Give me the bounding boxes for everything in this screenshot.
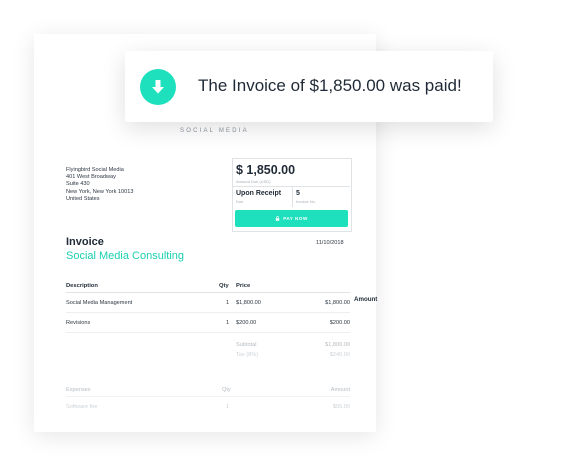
sender-address: Flyingbird Social Media 401 West Broadwa… xyxy=(66,167,133,203)
tax-value: $240.00 xyxy=(329,352,350,358)
table-cell-amount: $55.00 xyxy=(332,404,350,410)
payment-row-divider xyxy=(292,186,293,207)
arrow-down-icon xyxy=(152,80,164,94)
tax-label: Tax (8%) xyxy=(236,352,259,358)
column-header-description: Description xyxy=(66,283,98,289)
expenses-header-divider xyxy=(66,396,350,397)
amount-due: $ 1,850.00 xyxy=(236,163,296,177)
invoice-subtitle: Social Media Consulting xyxy=(66,250,185,262)
address-line: 401 West Broadway xyxy=(66,174,116,181)
column-header-expenses: Expenses xyxy=(66,387,91,393)
table-header-divider xyxy=(66,292,350,293)
payment-terms: Upon Receipt xyxy=(236,190,282,197)
column-header-amount: Amount xyxy=(354,296,378,303)
column-header-qty: Qty xyxy=(219,283,229,289)
address-line: Suite 430 xyxy=(66,181,90,188)
table-cell-description: Revisions xyxy=(66,320,91,326)
lock-icon xyxy=(275,216,280,221)
address-line: New York, New York 10013 xyxy=(66,188,134,195)
table-row-divider xyxy=(66,312,350,313)
table-cell-qty: 1 xyxy=(226,320,230,326)
column-header-price: Price xyxy=(236,283,251,289)
column-header-expenses-amount: Amount xyxy=(330,387,350,393)
table-row-divider xyxy=(66,332,350,333)
table-cell-price: $200.00 xyxy=(236,320,257,326)
column-header-expenses-qty: Qty xyxy=(222,387,231,393)
amount-due-label: Amount Due (USD) xyxy=(236,179,271,184)
address-line: Flyingbird Social Media xyxy=(66,167,124,173)
address-line: United States xyxy=(66,195,100,202)
download-arrow-icon xyxy=(140,69,176,105)
invoice-date: 11/10/2018 xyxy=(316,240,344,246)
brand-subtitle: SOCIAL MEDIA xyxy=(180,128,249,134)
payment-terms-label: Due xyxy=(236,199,244,204)
subtotal-label: Subtotal xyxy=(236,342,257,348)
subtotal-value: $1,800.00 xyxy=(325,342,350,348)
notification-message: The Invoice of $1,850.00 was paid! xyxy=(198,76,462,95)
table-cell-amount: $1,800.00 xyxy=(325,300,350,306)
table-cell-amount: $200.00 xyxy=(329,320,350,326)
table-cell-qty: 1 xyxy=(226,404,230,410)
table-cell-description: Software fee xyxy=(66,404,98,410)
pay-now-button[interactable]: PAY NOW xyxy=(235,210,348,227)
pay-now-label: PAY NOW xyxy=(283,216,308,221)
table-cell-qty: 1 xyxy=(226,300,230,306)
table-cell-description: Social Media Management xyxy=(66,300,133,306)
invoice-number-label: Invoice No. xyxy=(296,199,317,204)
table-cell-price: $1,800.00 xyxy=(236,300,261,306)
invoice-title: Invoice xyxy=(66,236,104,248)
invoice-number: 5 xyxy=(296,190,300,197)
payment-notification[interactable]: The Invoice of $1,850.00 was paid! xyxy=(125,51,493,122)
